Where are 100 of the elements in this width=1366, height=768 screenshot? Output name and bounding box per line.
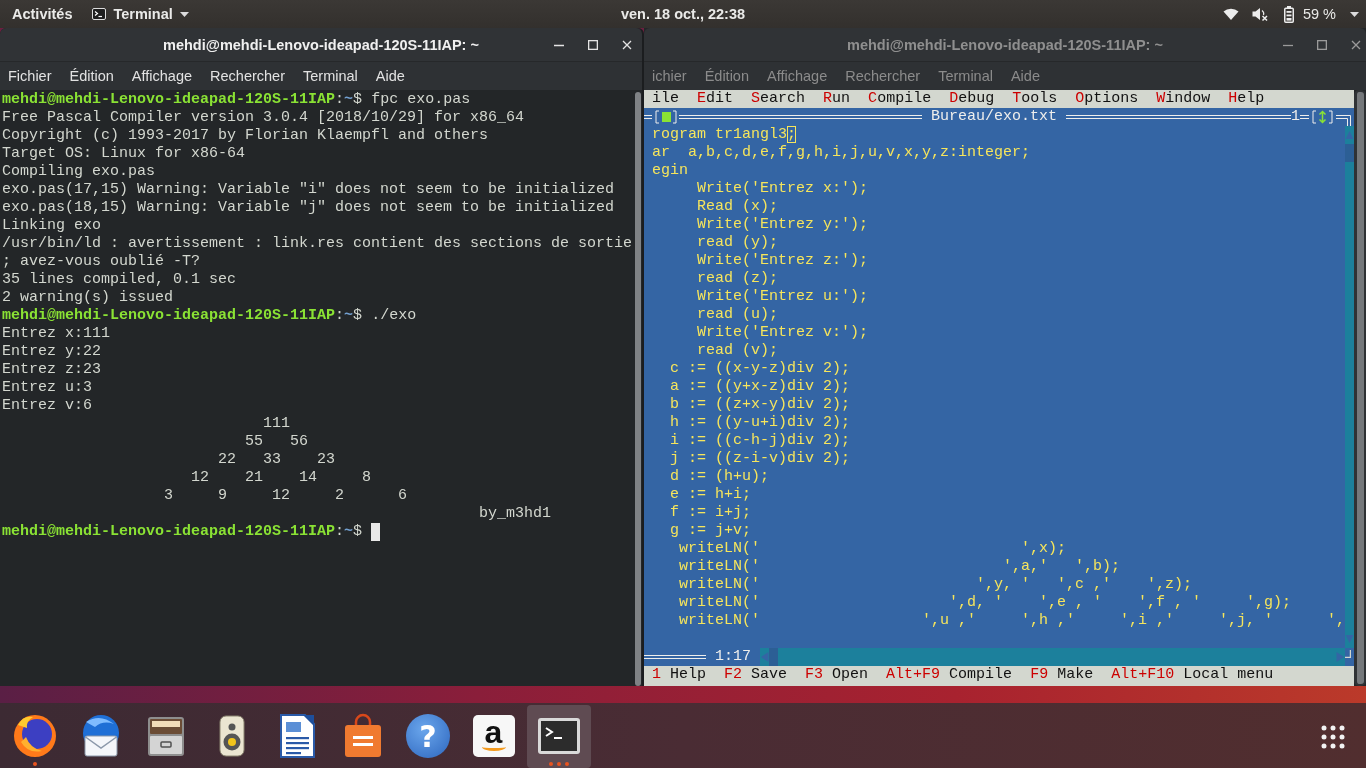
code-line: g := j+v; xyxy=(670,522,752,540)
menu-item[interactable]: Run xyxy=(823,90,851,108)
vertical-scrollbar[interactable] xyxy=(1354,90,1366,686)
output-line: Entrez u:3 xyxy=(2,379,92,397)
menu-item[interactable]: Search xyxy=(751,90,806,108)
scrollbar-thumb[interactable] xyxy=(1345,144,1354,162)
caret-icon xyxy=(1350,11,1359,17)
bracketed-square-icon[interactable] xyxy=(652,108,679,126)
code-line: writeLN(' ',a,' ',b); xyxy=(679,558,1121,576)
caret-icon xyxy=(179,11,189,17)
key-hint[interactable]: F3 Open xyxy=(805,666,869,684)
menu-item[interactable]: Edit xyxy=(697,90,734,108)
vertical-scrollbar[interactable] xyxy=(1345,126,1354,648)
close-icon[interactable] xyxy=(1351,39,1361,50)
menu-item[interactable]: Window xyxy=(1156,90,1211,108)
menu-item[interactable]: Fichier xyxy=(8,68,52,84)
code-line: read (z); xyxy=(697,270,779,288)
output-line: Entrez z:23 xyxy=(2,361,102,379)
code-line: writeLN(' ',x); xyxy=(679,540,1067,558)
dock-launcher[interactable] xyxy=(527,705,591,768)
menu-item[interactable]: Affichage xyxy=(131,68,193,84)
prompt-line: mehdi@mehdi-Lenovo-ideapad-120S-11IAP:~$ fpc exo.pas xyxy=(2,91,471,109)
code-line: writeLN(' ',d, ' ',e , ' ',f , ' ',g); xyxy=(679,594,1292,612)
output-line: Copyright (c) 1993-2017 by Florian Klaempfl and others xyxy=(2,127,489,145)
menu-item[interactable]: Édition xyxy=(69,68,114,84)
code-line: Write('Entrez v:'); xyxy=(697,324,869,342)
code-line: e := h+i; xyxy=(670,486,752,504)
globe-icon xyxy=(11,712,59,760)
key-hint[interactable]: 1 Help xyxy=(652,666,707,684)
code-line: egin xyxy=(652,162,688,180)
output-line: /usr/bin/ld : avertissement : link.res contient des sections de sortie xyxy=(2,235,633,253)
output-line: Entrez y:22 xyxy=(2,343,102,361)
frame-corner-icon xyxy=(1345,650,1351,658)
output-line: Compiling exo.pas xyxy=(2,163,156,181)
menu-item[interactable]: Compile xyxy=(868,90,932,108)
code-line: d := (h+u); xyxy=(670,468,770,486)
menu-item[interactable]: Aide xyxy=(375,68,405,84)
menu-item[interactable]: Aide xyxy=(1010,68,1040,84)
code-line: i := ((c-h-j)div 2); xyxy=(670,432,851,450)
output-line: ; avez-vous oublié -T? xyxy=(2,253,201,271)
code-line: writeLN(' ',u ,' ',h ,' ',i ,' ',j, ' ', xyxy=(679,612,1346,630)
volume-muted-icon xyxy=(1251,7,1268,21)
output-line: 35 lines compiled, 0.1 sec xyxy=(2,271,237,289)
menu-item[interactable]: Édition xyxy=(704,68,749,84)
letter-tile-icon: a xyxy=(472,715,515,757)
code-line: j := ((z-i-v)div 2); xyxy=(670,450,851,468)
up-down-arrow-icon[interactable] xyxy=(1309,108,1336,126)
key-hint[interactable]: Alt+F9 Compile xyxy=(886,666,1013,684)
system-menu-button[interactable]: 59 % xyxy=(1222,5,1359,23)
prompt-line: mehdi@mehdi-Lenovo-ideapad-120S-11IAP:~$ ./exo xyxy=(2,307,417,325)
output-line: Entrez v:6 xyxy=(2,397,92,415)
output-line: Free Pascal Compiler version 3.0.4 [2018/10/29] for x86_64 xyxy=(2,109,525,127)
code-line: read (u); xyxy=(697,306,779,324)
help-icon: ? xyxy=(406,714,450,758)
menu-item[interactable]: Terminal xyxy=(938,68,993,84)
code-line: b := ((z+x-y)div 2); xyxy=(670,396,851,414)
code-line: ar a,b,c,d,e,f,g,h,i,j,u,v,x,y,z:integer; xyxy=(652,144,1031,162)
menu-item[interactable]: Rechercher xyxy=(210,68,285,84)
key-hint[interactable]: Alt+F10 Local menu xyxy=(1111,666,1274,684)
wifi-icon xyxy=(1222,8,1239,20)
window-title: mehdi@mehdi-Lenovo-ideapad-120S-11IAP: ~ xyxy=(163,36,479,53)
activities-button[interactable]: Activités xyxy=(12,6,73,22)
code-line: Write('Entrez x:'); xyxy=(697,180,869,198)
clock[interactable]: ven. 18 oct., 22:38 xyxy=(620,6,746,22)
window-number: 1 xyxy=(1291,108,1300,126)
menu-item[interactable]: Tools xyxy=(1012,90,1058,108)
menu-item[interactable]: Affichage xyxy=(767,68,828,84)
output-line: 2 warning(s) issued xyxy=(2,289,174,307)
output-line: 55 56 xyxy=(245,433,309,451)
horizontal-scrollbar[interactable] xyxy=(760,648,1345,666)
output-line: 22 33 23 xyxy=(218,451,336,469)
code-line: h := ((y-u+i)div 2); xyxy=(670,414,851,432)
key-hint[interactable]: F2 Save xyxy=(724,666,788,684)
menu-item[interactable]: Debug xyxy=(949,90,995,108)
prompt-line: mehdi@mehdi-Lenovo-ideapad-120S-11IAP:~$ xyxy=(2,523,363,541)
key-hint[interactable]: F9 Make xyxy=(1030,666,1094,684)
code-line: a := ((y+x-z)div 2); xyxy=(670,378,851,396)
menu-item[interactable]: Help xyxy=(1228,90,1265,108)
code-line: read (y); xyxy=(697,234,779,252)
output-line: exo.pas(18,15) Warning: Variable "j" does not seem to be initialized xyxy=(2,199,615,217)
code-line: read (v); xyxy=(697,342,779,360)
vertical-scrollbar[interactable] xyxy=(635,92,641,686)
code-line: Read (x); xyxy=(697,198,779,216)
code-line: rogram tr1angl3; xyxy=(652,126,797,144)
menu-item[interactable]: Terminal xyxy=(303,68,358,84)
scrollbar-thumb[interactable] xyxy=(769,648,778,666)
output-line: 12 21 14 8 xyxy=(191,469,372,487)
menu-item[interactable]: Rechercher xyxy=(845,68,921,84)
terminal-icon xyxy=(92,8,107,20)
output-line: Entrez x:111 xyxy=(2,325,111,343)
app-grid-icon[interactable] xyxy=(1321,724,1345,749)
menu-item[interactable]: Options xyxy=(1075,90,1139,108)
code-line: Write('Entrez u:'); xyxy=(697,288,869,306)
app-menu-button[interactable]: Terminal xyxy=(92,6,189,22)
code-line: writeLN(' ',y, ' ',c ,' ',z); xyxy=(679,576,1193,594)
dock-launcher[interactable]: a xyxy=(461,705,526,768)
maximize-icon[interactable] xyxy=(1317,39,1327,50)
file-title: Bureau/exo.txt xyxy=(931,108,1058,126)
menu-item[interactable]: ile xyxy=(652,90,679,108)
menu-item[interactable]: ichier xyxy=(652,68,687,84)
